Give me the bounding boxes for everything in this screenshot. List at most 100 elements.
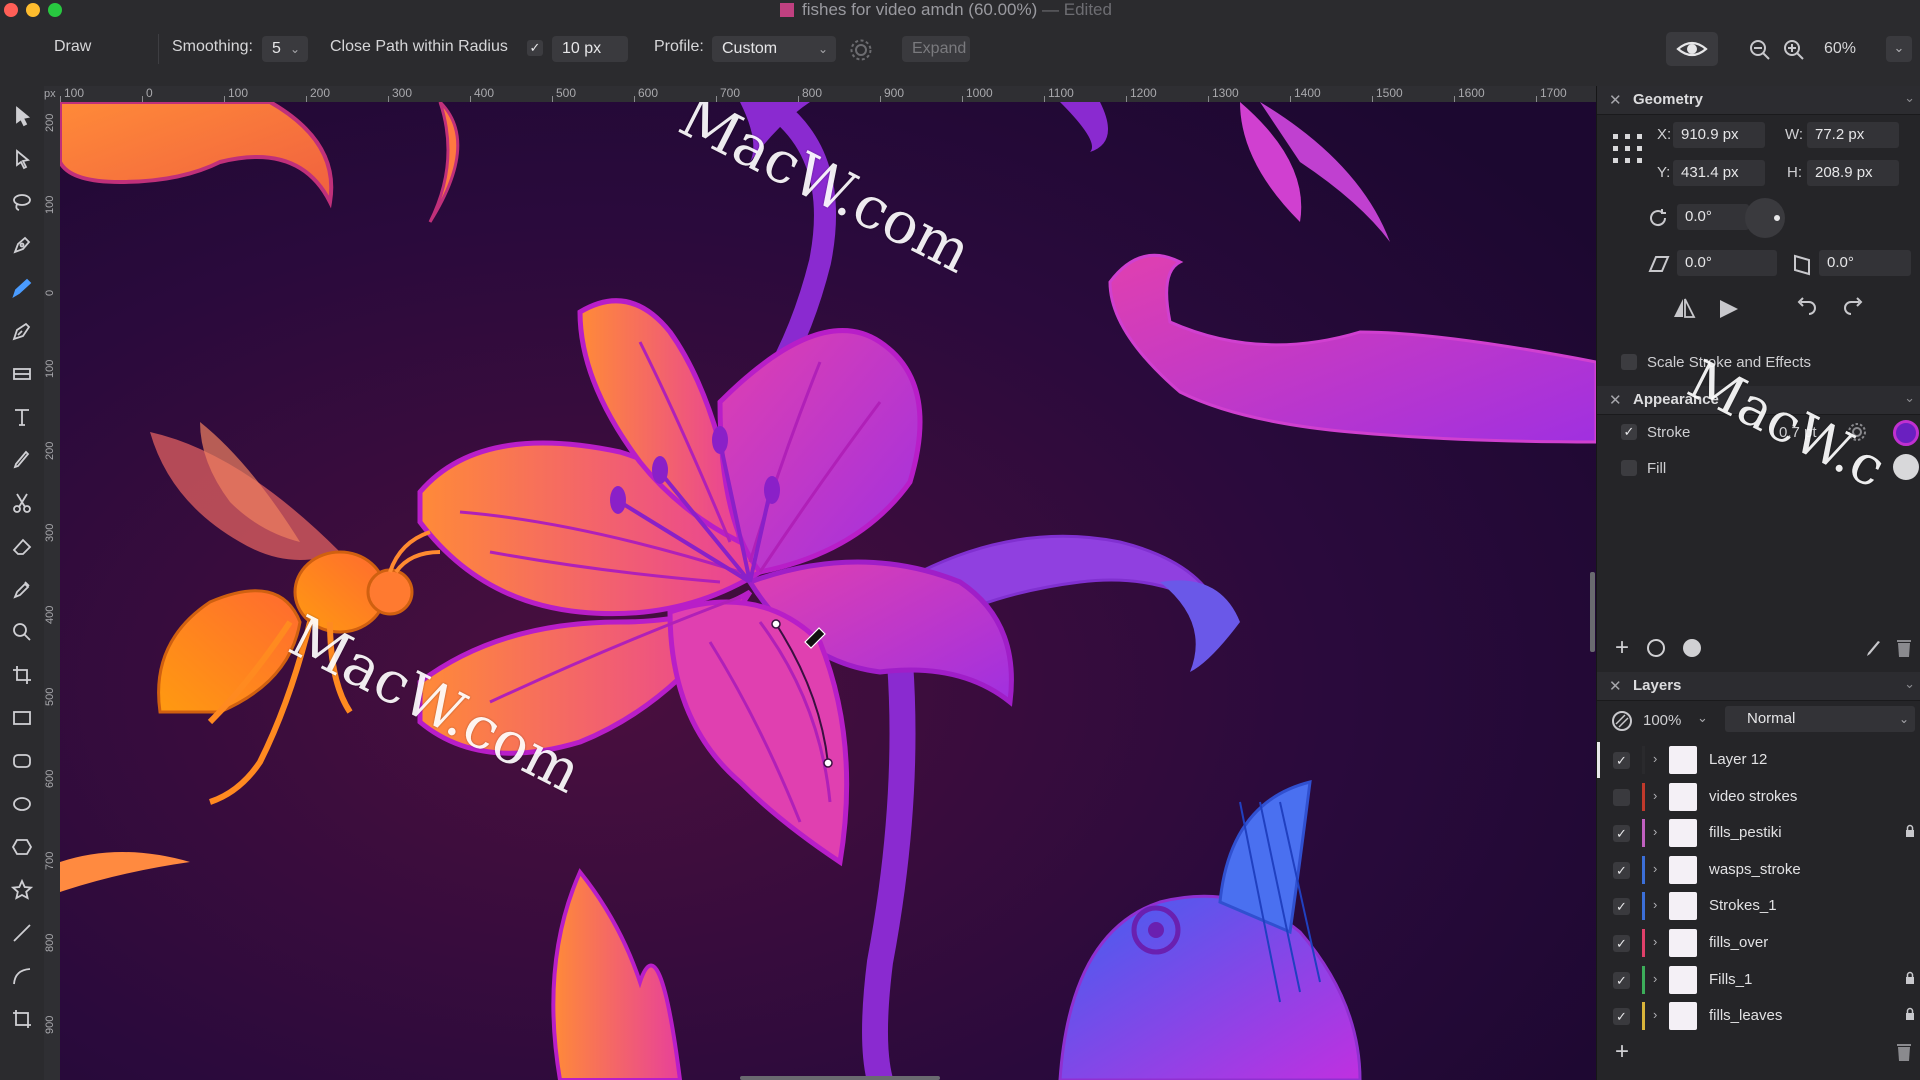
rectangle-tool-icon[interactable] [4, 700, 40, 736]
crop-tool-icon[interactable] [4, 657, 40, 693]
chevron-right-icon[interactable]: › [1653, 861, 1657, 876]
chevron-right-icon[interactable]: › [1653, 788, 1657, 803]
ellipse-tool-icon[interactable] [4, 786, 40, 822]
trash-icon[interactable] [1895, 1042, 1913, 1062]
polygon-tool-icon[interactable] [4, 829, 40, 865]
lock-icon[interactable] [1905, 1007, 1915, 1021]
geometry-panel-header[interactable]: ✕ Geometry ⌄ [1597, 86, 1920, 115]
add-icon[interactable]: + [1615, 636, 1629, 660]
zoom-level[interactable]: 60% [1824, 40, 1856, 58]
rounded-rectangle-tool-icon[interactable] [4, 743, 40, 779]
layer-visibility-checkbox[interactable]: ✓ [1613, 935, 1630, 952]
expand-button[interactable]: Expand [902, 36, 970, 62]
fill-checkbox[interactable] [1621, 460, 1637, 476]
text-tool-icon[interactable] [4, 399, 40, 435]
chevron-right-icon[interactable]: › [1653, 1007, 1657, 1022]
star-tool-icon[interactable] [4, 872, 40, 908]
trash-icon[interactable] [1895, 638, 1913, 658]
y-field[interactable]: 431.4 px [1673, 160, 1765, 186]
layer-row[interactable]: ✓ › Fills_1 [1597, 962, 1920, 998]
shear-field[interactable]: 0.0° [1677, 250, 1777, 276]
line-tool-icon[interactable] [4, 915, 40, 951]
paint-brush-tool-icon[interactable] [4, 442, 40, 478]
zoom-out-icon[interactable] [1748, 38, 1772, 62]
rotate-left-icon[interactable] [1793, 296, 1819, 322]
vertical-ruler[interactable]: 200 100 0 100 200 300 400 500 600 700 800 900 [44, 102, 60, 1080]
flip-horizontal-icon[interactable] [1671, 296, 1697, 322]
lock-icon[interactable] [1905, 971, 1915, 985]
layer-visibility-checkbox[interactable]: ✓ [1613, 898, 1630, 916]
layer-opacity-value[interactable]: 100% [1643, 712, 1681, 729]
close-icon[interactable]: ✕ [1609, 391, 1622, 409]
layer-visibility-checkbox[interactable]: ✓ [1613, 971, 1630, 989]
zoom-dropdown-chevron-icon[interactable]: ⌄ [1886, 36, 1912, 62]
radius-field[interactable]: 10 px [552, 36, 628, 62]
view-mode-button[interactable] [1666, 32, 1718, 66]
scale-stroke-checkbox[interactable] [1621, 354, 1637, 370]
height-field[interactable]: 208.9 px [1807, 160, 1899, 186]
layer-row[interactable]: ✓ › wasps_stroke [1597, 852, 1920, 888]
artboard-tool-icon[interactable] [4, 1001, 40, 1037]
zoom-in-icon[interactable] [1782, 38, 1806, 62]
shear2-field[interactable]: 0.0° [1819, 250, 1911, 276]
zoom-window-button[interactable] [48, 3, 62, 17]
zoom-tool-icon[interactable] [4, 614, 40, 650]
curve-tool-icon[interactable] [4, 958, 40, 994]
close-icon[interactable]: ✕ [1609, 91, 1622, 109]
chevron-down-icon[interactable]: ⌄ [1904, 676, 1915, 692]
pencil-tool-icon[interactable] [4, 270, 40, 306]
fill-tool-icon[interactable] [4, 356, 40, 392]
minimize-window-button[interactable] [26, 3, 40, 17]
flip-vertical-icon[interactable] [1717, 296, 1743, 322]
layer-row[interactable]: ✓ › Layer 12 [1597, 742, 1920, 778]
stroke-checkbox[interactable]: ✓ [1621, 424, 1637, 440]
layer-row[interactable]: ✓ › fills_leaves [1597, 998, 1920, 1034]
eraser-tool-icon[interactable] [4, 528, 40, 564]
chevron-right-icon[interactable]: › [1653, 824, 1657, 839]
x-field[interactable]: 910.9 px [1673, 122, 1765, 148]
rotate-right-icon[interactable] [1841, 296, 1867, 322]
pen-tool-icon[interactable] [4, 227, 40, 263]
close-icon[interactable]: ✕ [1609, 677, 1622, 695]
lasso-tool-icon[interactable] [4, 184, 40, 220]
close-path-checkbox[interactable]: ✓ [527, 40, 543, 56]
chevron-right-icon[interactable]: › [1653, 934, 1657, 949]
rotation-dial[interactable] [1745, 198, 1785, 238]
chevron-right-icon[interactable]: › [1653, 751, 1657, 766]
chevron-down-icon[interactable]: ⌄ [1904, 390, 1915, 406]
vector-brush-tool-icon[interactable] [4, 313, 40, 349]
lock-icon[interactable] [1905, 824, 1915, 838]
layer-row[interactable]: › video strokes [1597, 779, 1920, 815]
layer-visibility-checkbox[interactable]: ✓ [1613, 1008, 1630, 1026]
layer-visibility-checkbox[interactable]: ✓ [1613, 825, 1630, 843]
rotation-field[interactable]: 0.0° [1677, 204, 1749, 230]
chevron-down-icon[interactable]: ⌄ [1904, 90, 1915, 106]
blend-mode-dropdown[interactable]: Normal ⌄ [1725, 706, 1915, 732]
stroke-color-swatch[interactable] [1893, 420, 1919, 446]
document-canvas[interactable]: MacW.com MacW.com [60, 102, 1596, 1080]
anchor-selector-icon[interactable] [1611, 132, 1645, 166]
layer-row[interactable]: ✓ › fills_over [1597, 925, 1920, 961]
chevron-right-icon[interactable]: › [1653, 897, 1657, 912]
fill-color-swatch[interactable] [1893, 454, 1919, 480]
eyedropper-tool-icon[interactable] [4, 571, 40, 607]
layer-row[interactable]: ✓ › fills_pestiki [1597, 815, 1920, 851]
layers-panel-header[interactable]: ✕ Layers ⌄ [1597, 672, 1920, 701]
add-stroke-icon[interactable] [1647, 639, 1665, 657]
add-layer-icon[interactable]: + [1615, 1040, 1629, 1064]
scissors-tool-icon[interactable] [4, 485, 40, 521]
layer-visibility-checkbox[interactable]: ✓ [1613, 861, 1630, 879]
layer-visibility-checkbox[interactable] [1613, 788, 1630, 806]
layer-row[interactable]: ✓ › Strokes_1 [1597, 888, 1920, 924]
smoothing-dropdown[interactable]: 5 ⌄ [262, 36, 308, 62]
add-fill-icon[interactable] [1683, 639, 1701, 657]
gear-icon[interactable] [848, 37, 874, 63]
chevron-down-icon[interactable]: ⌄ [1697, 710, 1708, 726]
move-tool-icon[interactable] [4, 98, 40, 134]
horizontal-ruler[interactable]: 100 0 100 200 300 400 500 600 700 800 900 1000 1100 1… [44, 86, 1596, 102]
profile-dropdown[interactable]: Custom ⌄ [712, 36, 836, 62]
layer-visibility-checkbox[interactable]: ✓ [1613, 752, 1630, 769]
width-field[interactable]: 77.2 px [1807, 122, 1899, 148]
node-tool-icon[interactable] [4, 141, 40, 177]
close-window-button[interactable] [4, 3, 18, 17]
